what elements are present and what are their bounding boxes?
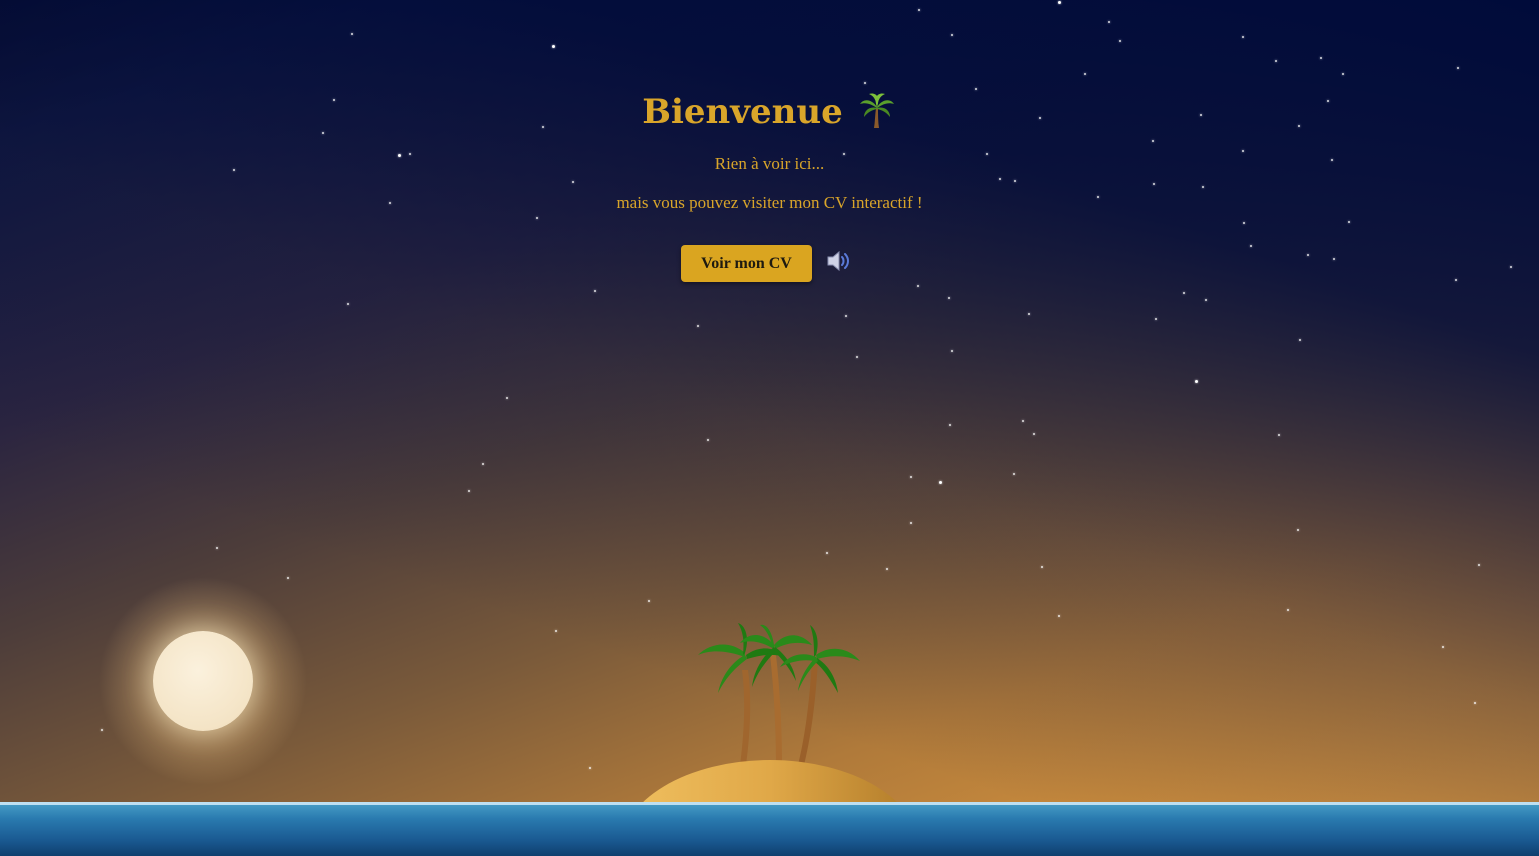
star <box>1041 566 1043 568</box>
star <box>939 481 942 484</box>
palm-trees <box>698 623 860 765</box>
star <box>1084 73 1086 75</box>
star <box>1457 67 1459 69</box>
star <box>506 397 508 399</box>
star <box>1014 180 1016 182</box>
action-bar: Voir mon CV <box>681 245 854 282</box>
star <box>572 181 574 183</box>
star <box>287 577 289 579</box>
star <box>910 476 912 478</box>
star <box>910 522 912 524</box>
star <box>918 9 920 11</box>
star <box>1202 186 1204 188</box>
star <box>1348 221 1350 223</box>
star <box>1013 473 1015 475</box>
star <box>1307 254 1309 256</box>
palm-tree-icon <box>857 90 897 130</box>
star <box>1183 292 1185 294</box>
star <box>536 217 538 219</box>
speaker-volume-icon <box>827 250 849 271</box>
star <box>864 82 866 84</box>
star <box>482 463 484 465</box>
star <box>1455 279 1457 281</box>
star <box>1243 222 1245 224</box>
star <box>1058 1 1061 4</box>
star <box>1153 183 1155 185</box>
cv-invitation-text: mais vous pouvez visiter mon CV interact… <box>616 193 923 212</box>
star <box>1119 40 1121 42</box>
star <box>999 178 1001 180</box>
star <box>347 303 349 305</box>
star <box>1058 615 1060 617</box>
star <box>1278 434 1280 436</box>
star <box>1442 646 1444 648</box>
star <box>826 552 828 554</box>
star <box>216 547 218 549</box>
star <box>1299 339 1301 341</box>
star <box>1287 609 1289 611</box>
star <box>1022 420 1024 422</box>
star <box>101 729 103 731</box>
star <box>594 290 596 292</box>
star <box>1342 73 1344 75</box>
star <box>1033 433 1035 435</box>
star <box>1242 36 1244 38</box>
tagline: Rien à voir ici... <box>714 154 825 173</box>
star <box>648 600 650 602</box>
star <box>1510 266 1512 268</box>
sound-toggle-button[interactable] <box>824 246 854 276</box>
star <box>555 630 557 632</box>
star <box>917 285 919 287</box>
ocean <box>0 802 1539 856</box>
page-title: Bienvenue <box>0 92 1539 134</box>
star <box>589 767 591 769</box>
star <box>707 439 709 441</box>
star <box>975 88 977 90</box>
star <box>468 490 470 492</box>
moon <box>153 631 253 731</box>
star <box>1205 299 1207 301</box>
star <box>1242 150 1244 152</box>
star <box>951 350 953 352</box>
star <box>1155 318 1157 320</box>
star <box>1108 21 1110 23</box>
view-cv-button[interactable]: Voir mon CV <box>681 245 812 282</box>
star <box>845 315 847 317</box>
star <box>697 325 699 327</box>
star <box>886 568 888 570</box>
page-title-text: Bienvenue <box>642 92 843 132</box>
star <box>1250 245 1252 247</box>
star <box>552 45 555 48</box>
star <box>951 34 953 36</box>
star <box>948 297 950 299</box>
star <box>856 356 858 358</box>
star <box>1275 60 1277 62</box>
star <box>1152 140 1154 142</box>
star <box>1333 258 1335 260</box>
star <box>1028 313 1030 315</box>
star <box>949 424 951 426</box>
star <box>351 33 353 35</box>
star <box>1474 702 1476 704</box>
star <box>1297 529 1299 531</box>
star <box>1195 380 1198 383</box>
star <box>1478 564 1480 566</box>
star <box>1320 57 1322 59</box>
